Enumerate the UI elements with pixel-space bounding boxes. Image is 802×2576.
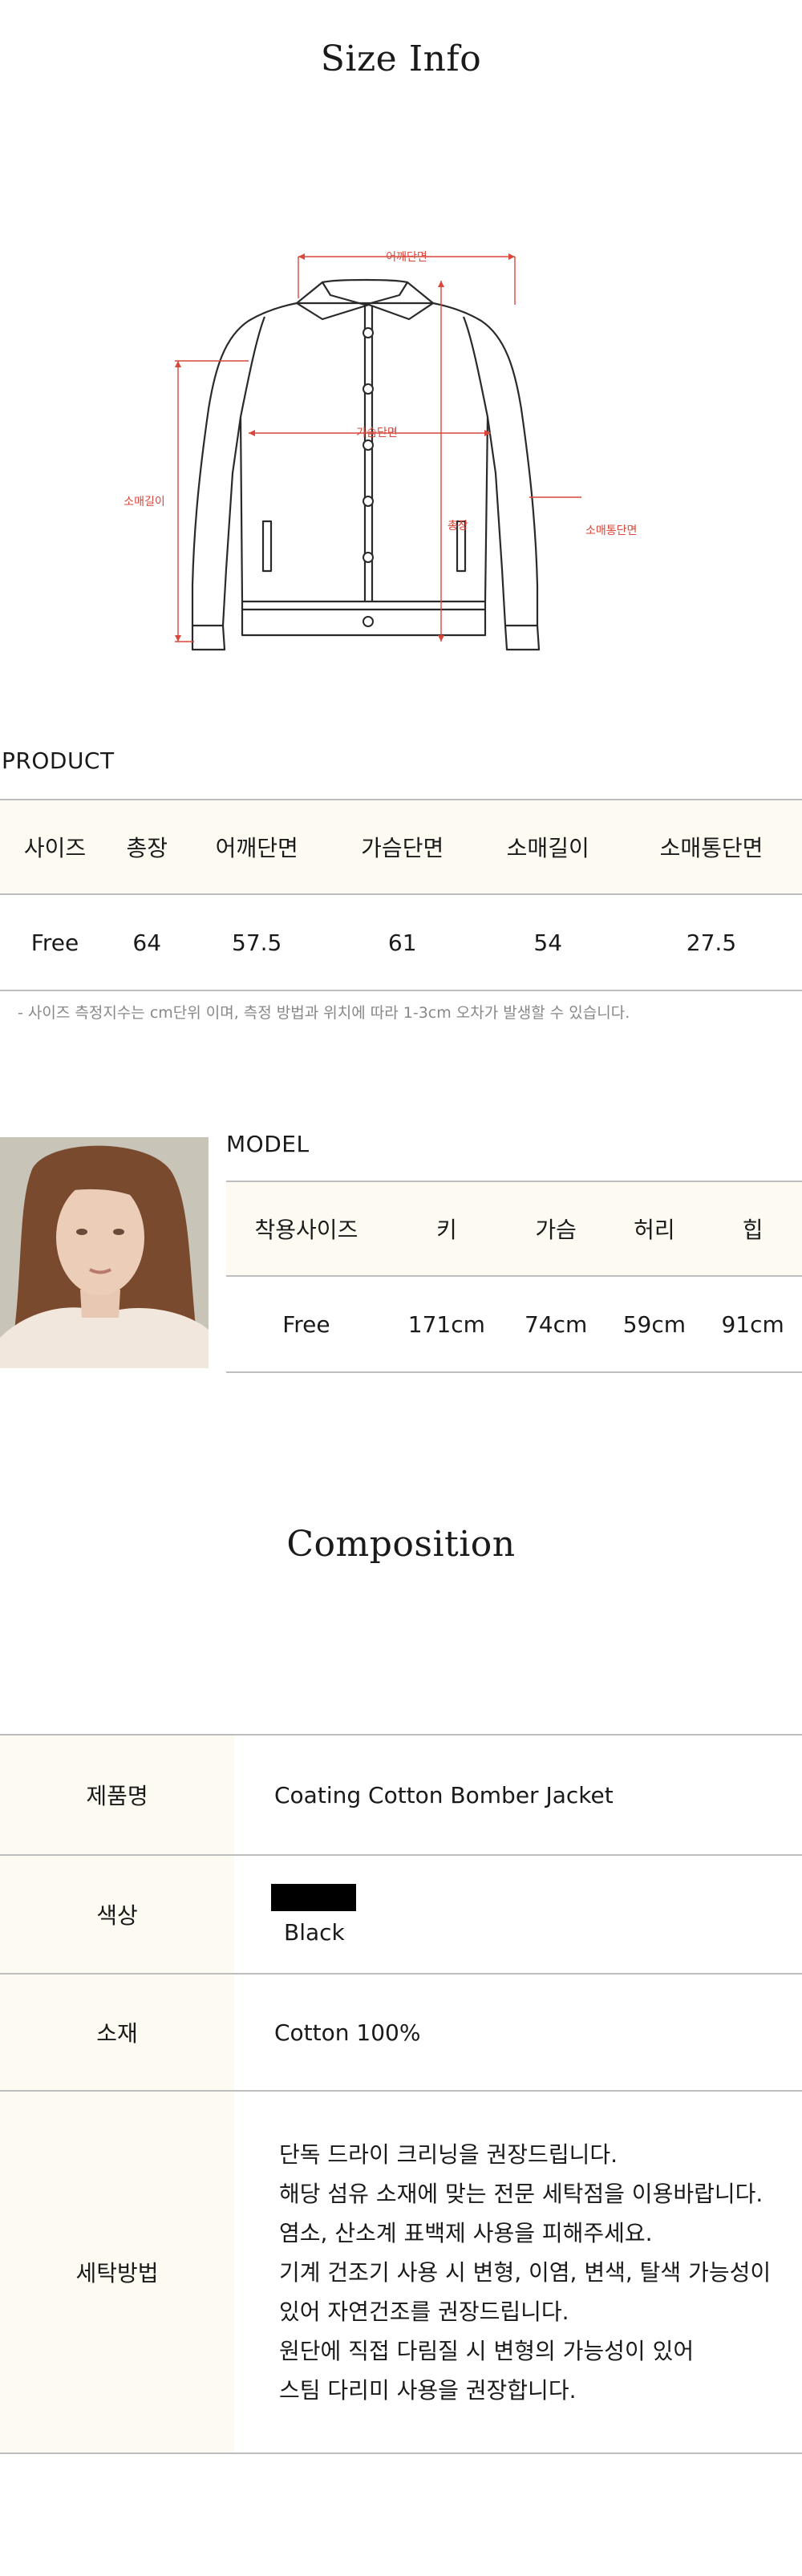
total-length-label: 총장: [448, 520, 468, 533]
model-label: MODEL: [226, 1131, 310, 1157]
header-height: 키: [386, 1181, 507, 1277]
cell-height: 171cm: [386, 1276, 507, 1373]
jacket-size-diagram: 어깨단면 가슴단면 소매길이 총장 소매통단면: [124, 251, 637, 651]
cell-worn-size: Free: [226, 1276, 387, 1373]
care-line: 단독 드라이 크리닝을 권장드립니다.: [279, 2141, 618, 2168]
care-label: 세탁방법: [0, 2090, 234, 2454]
header-worn-size: 착용사이즈: [226, 1181, 387, 1277]
care-instructions: 단독 드라이 크리닝을 권장드립니다. 해당 섬유 소재에 맞는 전문 세탁점을…: [234, 2090, 802, 2454]
table-row: 세탁방법 단독 드라이 크리닝을 권장드립니다. 해당 섬유 소재에 맞는 전문…: [0, 2090, 802, 2454]
product-name-value: Coating Cotton Bomber Jacket: [234, 1734, 802, 1856]
table-row: 소재 Cotton 100%: [0, 1973, 802, 2092]
size-info-title: Size Info: [320, 38, 482, 79]
header-shoulder: 어깨단면: [184, 799, 330, 895]
care-line: 있어 자연건조를 권장드립니다.: [279, 2298, 569, 2325]
material-value: Cotton 100%: [234, 1973, 802, 2092]
product-name-label: 제품명: [0, 1734, 234, 1856]
care-line: 원단에 직접 다림질 시 변형의 가능성이 있어: [279, 2337, 695, 2364]
cell-bust: 74cm: [506, 1276, 606, 1373]
header-hip: 힙: [703, 1181, 802, 1277]
table-row: Free 64 57.5 61 54 27.5: [0, 894, 802, 991]
header-size: 사이즈: [0, 799, 110, 895]
header-total-length: 총장: [109, 799, 184, 895]
cell-sleeve-width: 27.5: [620, 894, 802, 991]
product-size-table: 사이즈 총장 어깨단면 가슴단면 소매길이 소매통단면 Free 64 57.5…: [0, 799, 802, 991]
material-label: 소재: [0, 1973, 234, 2092]
color-swatch: [271, 1883, 356, 1911]
sleeve-length-label: 소매길이: [124, 496, 165, 508]
table-row: 색상 Black: [0, 1854, 802, 1975]
table-row: 제품명 Coating Cotton Bomber Jacket: [0, 1734, 802, 1856]
cell-waist: 59cm: [605, 1276, 704, 1373]
chest-label: 가슴단면: [356, 427, 398, 439]
header-waist: 허리: [605, 1181, 704, 1277]
measurement-note: - 사이즈 측정지수는 cm단위 이며, 측정 방법과 위치에 따라 1-3cm…: [18, 1004, 630, 1022]
shoulder-label: 어깨단면: [386, 251, 427, 264]
header-chest: 가슴단면: [329, 799, 476, 895]
header-sleeve-width: 소매통단면: [620, 799, 802, 895]
table-header-row: 사이즈 총장 어깨단면 가슴단면 소매길이 소매통단면: [0, 799, 802, 895]
cell-chest: 61: [329, 894, 476, 991]
care-line: 해당 섬유 소재에 맞는 전문 세탁점을 이용바랍니다.: [279, 2180, 764, 2207]
product-label: PRODUCT: [2, 747, 115, 774]
cell-shoulder: 57.5: [184, 894, 330, 991]
cell-sleeve-length: 54: [475, 894, 621, 991]
table-header-row: 착용사이즈 키 가슴 허리 힙: [226, 1181, 802, 1277]
header-bust: 가슴: [506, 1181, 606, 1277]
composition-title: Composition: [286, 1524, 516, 1565]
care-line: 스팀 다리미 사용을 권장합니다.: [279, 2376, 577, 2404]
sleeve-width-label: 소매통단면: [585, 525, 637, 537]
model-photo: [0, 1137, 209, 1368]
model-size-table: 착용사이즈 키 가슴 허리 힙 Free 171cm 74cm 59cm 91c…: [226, 1181, 802, 1373]
care-line: 기계 건조기 사용 시 변형, 이염, 변색, 탈색 가능성이: [279, 2258, 772, 2286]
header-sleeve-length: 소매길이: [475, 799, 621, 895]
table-row: Free 171cm 74cm 59cm 91cm: [226, 1276, 802, 1373]
care-line: 염소, 산소계 표백제 사용을 피해주세요.: [279, 2219, 653, 2246]
color-cell: Black: [234, 1854, 802, 1975]
color-value: Black: [284, 1918, 345, 1946]
cell-size: Free: [0, 894, 110, 991]
cell-hip: 91cm: [703, 1276, 802, 1373]
cell-total-length: 64: [109, 894, 184, 991]
composition-table: 제품명 Coating Cotton Bomber Jacket 색상 Blac…: [0, 1734, 802, 2454]
color-label: 색상: [0, 1854, 234, 1975]
